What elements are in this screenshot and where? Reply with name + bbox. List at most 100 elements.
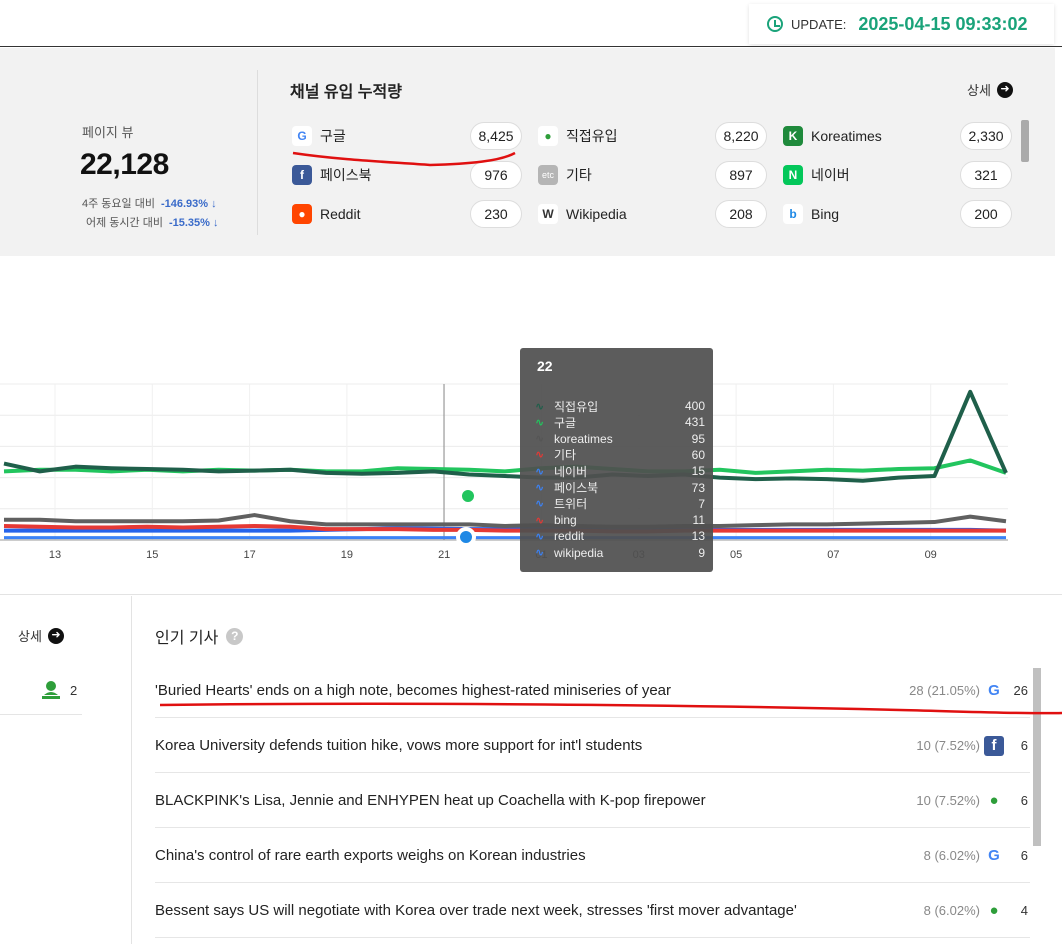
article-row[interactable]: Korea University defends tuition hike, v… <box>155 718 1030 773</box>
google-icon: G <box>292 126 312 146</box>
chart-tooltip: 22 ∿ 직접유입 400 ∿ 구글 431 ∿ koreatimes 95 ∿ 기타 60 ∿ 네이버 1… <box>520 348 713 572</box>
series-swatch-icon: ∿ <box>535 416 545 429</box>
series-swatch-icon: ∿ <box>535 514 545 527</box>
update-label: UPDATE: <box>791 16 847 32</box>
direct-user-icon: ● <box>984 900 1004 921</box>
channel-count: 200 <box>960 200 1012 228</box>
channels-detail-button[interactable]: 상세 ➜ <box>967 80 1013 99</box>
series-swatch-icon: ∿ <box>535 400 545 413</box>
x-tick-label: 09 <box>925 549 937 561</box>
tooltip-series-value: 9 <box>698 545 705 560</box>
channel-item: f 페이스북 <box>292 161 372 189</box>
tooltip-title: 22 <box>537 358 553 374</box>
tooltip-series-value: 400 <box>684 399 705 413</box>
left-count: 2 <box>70 682 78 698</box>
article-top-channel-count: 6 <box>1020 738 1028 753</box>
article-row[interactable]: 'Buried Hearts' ends on a high note, bec… <box>155 663 1030 718</box>
article-title[interactable]: China's control of rare earth exports we… <box>155 828 586 883</box>
detail-label: 상세 <box>18 629 42 644</box>
hover-point <box>458 486 478 506</box>
article-meta: 10 (7.52%) f 6 <box>916 718 1028 773</box>
article-title[interactable]: Bessent says US will negotiate with Kore… <box>155 883 797 938</box>
tooltip-row: ∿ 구글 431 <box>535 414 705 430</box>
tooltip-series-value: 60 <box>691 447 705 462</box>
article-scrollbar[interactable] <box>1033 668 1041 846</box>
facebook-icon: f <box>984 735 1004 756</box>
channel-name: Wikipedia <box>566 206 627 222</box>
wikipedia-icon: W <box>538 204 558 224</box>
left-detail-button[interactable]: 상세 ➜ <box>18 626 64 645</box>
channel-count: 2,330 <box>960 122 1012 150</box>
compare-pct: -15.35% ↓ <box>168 217 219 229</box>
series-line[interactable] <box>3 389 1008 483</box>
facebook-icon: f <box>292 165 312 185</box>
channel-item: N 네이버 <box>783 161 850 189</box>
tooltip-row: ∿ wikipedia 9 <box>535 545 705 561</box>
article-row[interactable]: Bessent says US will negotiate with Kore… <box>155 883 1030 938</box>
article-meta: 10 (7.52%) ● 6 <box>916 773 1028 828</box>
article-meta: 8 (6.02%) ● 4 <box>924 883 1028 938</box>
article-row[interactable]: BLACKPINK's Lisa, Jennie and ENHYPEN hea… <box>155 773 1030 828</box>
compare-label: 4주 동요일 대비 <box>82 198 155 210</box>
stats-scrollbar[interactable] <box>1021 120 1029 162</box>
update-box: UPDATE: 2025-04-15 09:33:02 <box>749 4 1054 44</box>
arrow-right-icon: ➜ <box>996 81 1013 98</box>
channel-item: ● Reddit <box>292 200 360 228</box>
direct-user-icon: ● <box>538 126 558 146</box>
tooltip-series-value: 15 <box>691 464 705 479</box>
tooltip-series-name: wikipedia <box>554 545 604 560</box>
tooltip-series-name: 네이버 <box>554 464 588 479</box>
series-swatch-icon: ∿ <box>535 482 545 494</box>
pageview-compare-yesterday: 어제 동시간 대비 -15.35% ↓ <box>86 214 218 230</box>
clock-icon <box>767 16 783 32</box>
channel-name: Bing <box>811 206 840 222</box>
article-top-channel-count: 4 <box>1020 903 1028 918</box>
tooltip-series-name: 구글 <box>554 415 577 430</box>
channel-item: b Bing <box>783 200 839 228</box>
article-title[interactable]: BLACKPINK's Lisa, Jennie and ENHYPEN hea… <box>155 773 706 828</box>
series-swatch-icon: ∿ <box>535 465 545 478</box>
tooltip-row: ∿ 트위터 7 <box>535 496 705 512</box>
tooltip-series-name: 페이스북 <box>554 481 599 495</box>
tooltip-series-name: 직접유입 <box>554 399 599 414</box>
channel-item: G 구글 <box>292 122 346 150</box>
reddit-icon: ● <box>292 204 312 224</box>
x-tick-label: 17 <box>243 549 255 561</box>
popular-title: 인기 기사 <box>155 630 219 647</box>
article-title[interactable]: Korea University defends tuition hike, v… <box>155 718 642 773</box>
channel-name: 기타 <box>566 167 592 183</box>
tooltip-row: ∿ reddit 13 <box>535 528 705 544</box>
channel-name: Reddit <box>320 206 361 222</box>
tooltip-series-value: 7 <box>698 496 705 511</box>
section-divider <box>0 594 1062 595</box>
help-icon[interactable]: ? <box>226 627 244 645</box>
series-swatch-icon: ∿ <box>535 449 545 462</box>
channel-count: 976 <box>470 161 522 189</box>
tooltip-series-name: 기타 <box>554 448 577 463</box>
compare-label: 어제 동시간 대비 <box>86 217 163 229</box>
channel-name: 페이스북 <box>320 167 372 183</box>
article-top-channel-count: 6 <box>1020 848 1028 863</box>
hover-point <box>456 527 476 547</box>
tooltip-row: ∿ 직접유입 400 <box>535 398 705 414</box>
naver-icon: N <box>783 165 803 185</box>
compare-pct: -146.93% ↓ <box>160 198 217 210</box>
tooltip-row: ∿ 네이버 15 <box>535 463 705 479</box>
column-divider <box>131 596 132 944</box>
tooltip-row: ∿ 기타 60 <box>535 447 705 463</box>
google-icon: G <box>984 680 1004 701</box>
left-direct-count: 2 <box>40 680 77 700</box>
channel-count: 897 <box>715 161 767 189</box>
tooltip-row: ∿ bing 11 <box>535 512 705 528</box>
article-row[interactable]: China's control of rare earth exports we… <box>155 828 1030 883</box>
channel-item: K Koreatimes <box>783 122 882 150</box>
tooltip-series-name: bing <box>554 513 577 528</box>
article-meta: 8 (6.02%) G 6 <box>924 828 1028 883</box>
top-divider <box>0 46 1062 47</box>
stats-panel: 페이지 뷰 22,128 4주 동요일 대비 -146.93% ↓ 어제 동시간 … <box>0 48 1055 256</box>
series-swatch-icon: ∿ <box>535 547 545 560</box>
article-views: 8 (6.02%) <box>923 903 980 918</box>
article-title[interactable]: 'Buried Hearts' ends on a high note, bec… <box>155 663 671 718</box>
channel-count: 208 <box>715 200 767 228</box>
tooltip-series-name: koreatimes <box>554 431 613 446</box>
